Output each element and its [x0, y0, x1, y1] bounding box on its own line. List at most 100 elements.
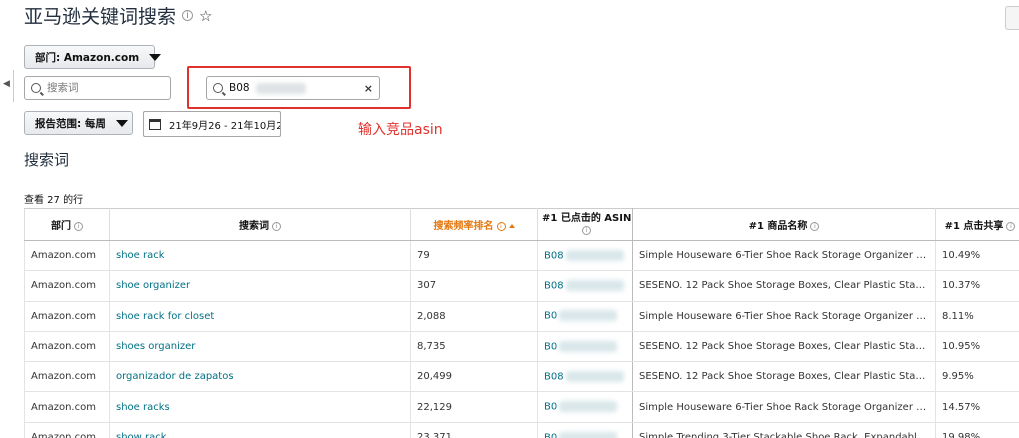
info-circle-icon[interactable]: i	[272, 221, 281, 231]
column-header-clicked-asin[interactable]: #1 已点击的 ASIN i	[537, 208, 633, 241]
cell-product-title: SESENO. 12 Pack Shoe Storage Boxes, Clea…	[632, 330, 936, 363]
search-icon	[31, 83, 41, 93]
table-row: Amazon.com shoe rack 79 B08 Simple Houseware…	[24, 239, 1019, 272]
cell-search-term-link[interactable]: organizador de zapatos	[109, 361, 411, 393]
cell-search-rank: 8,735	[410, 330, 538, 363]
cell-asin-link[interactable]: B0	[537, 391, 633, 423]
report-range-dropdown[interactable]: 报告范围: 每周	[24, 111, 133, 135]
asin-prefix[interactable]: B08	[544, 250, 564, 261]
column-header-search-term[interactable]: 搜索词 i	[109, 208, 411, 241]
date-range-value: 21年9月26 - 21年10月2	[169, 120, 281, 132]
cell-product-title: Simple Houseware 6-Tier Shoe Rack Storag…	[632, 391, 936, 423]
cell-search-term-link[interactable]: shoe organizer	[109, 270, 411, 302]
department-dropdown-label: 部门: Amazon.com	[35, 51, 140, 64]
info-circle-icon[interactable]: i	[582, 226, 591, 235]
cell-product-title: Simple Houseware 6-Tier Shoe Rack Storag…	[632, 300, 936, 332]
search-term-box[interactable]	[24, 76, 171, 100]
cell-department: Amazon.com	[24, 391, 110, 423]
table-row: Amazon.com shoe rack for closet 2,088 B0 Sim…	[24, 300, 1019, 332]
cell-asin-link[interactable]: B0	[537, 300, 633, 332]
sidebar-collapse-toggle[interactable]: ◀	[0, 70, 14, 102]
asin-redacted-blur	[565, 280, 624, 292]
info-circle-icon[interactable]: i	[1006, 221, 1016, 231]
department-dropdown[interactable]: 部门: Amazon.com	[24, 45, 162, 69]
section-title: 搜索词	[24, 151, 70, 169]
cell-asin-link[interactable]: B0	[537, 421, 633, 438]
cell-search-term-link[interactable]: shoes organizer	[109, 330, 411, 363]
cell-click-share: 10.95%	[935, 330, 1019, 363]
cell-product-title: SESENO. 12 Pack Shoe Storage Boxes, Clea…	[632, 270, 936, 302]
page-title: 亚马逊关键词搜索 i ☆	[24, 2, 212, 29]
cell-search-rank: 22,129	[410, 391, 538, 423]
cell-search-rank: 23,371	[410, 421, 538, 438]
cell-click-share: 19.98%	[935, 421, 1019, 438]
asin-redacted-blur	[559, 340, 618, 352]
table-row: Amazon.com shoe organizer 307 B08 SESENO. 12…	[24, 270, 1019, 302]
info-circle-icon[interactable]: i	[74, 221, 83, 231]
highlight-frame	[187, 66, 411, 109]
page-title-text: 亚马逊关键词搜索	[24, 6, 177, 28]
asin-prefix[interactable]: B0	[544, 311, 557, 322]
asin-redacted-blur	[565, 249, 624, 261]
info-circle-icon[interactable]: i	[496, 221, 506, 231]
caret-down-icon	[149, 53, 162, 61]
report-range-label: 报告范围: 每周	[35, 117, 106, 130]
corner-scroll-handle[interactable]	[1005, 6, 1019, 30]
cell-asin-link[interactable]: B08	[537, 239, 633, 272]
cell-product-title: Simple Houseware 6-Tier Shoe Rack Storag…	[632, 239, 936, 272]
asin-prefix[interactable]: B0	[544, 402, 557, 413]
asin-redacted-blur	[559, 310, 618, 322]
cell-click-share: 10.37%	[935, 270, 1019, 302]
table-row: Amazon.com shoes organizer 8,735 B0 SESENO. …	[24, 330, 1019, 363]
calendar-icon	[149, 118, 161, 130]
cell-click-share: 10.49%	[935, 239, 1019, 272]
date-range-picker[interactable]: 21年9月26 - 21年10月2	[143, 111, 281, 137]
star-outline-icon[interactable]: ☆	[199, 7, 212, 25]
cell-department: Amazon.com	[24, 270, 110, 302]
asin-prefix[interactable]: B08	[544, 372, 564, 383]
cell-product-title: SESENO. 12 Pack Shoe Storage Boxes, Clea…	[632, 361, 936, 393]
asin-prefix[interactable]: B08	[544, 281, 564, 292]
asin-redacted-blur	[559, 431, 618, 438]
cell-product-title: Simple Trending 3-Tier Stackable Shoe Ra…	[632, 421, 936, 438]
cell-search-term-link[interactable]: shoe racks	[109, 391, 411, 423]
cell-click-share: 9.95%	[935, 361, 1019, 393]
cell-asin-link[interactable]: B0	[537, 330, 633, 363]
cell-click-share: 14.57%	[935, 391, 1019, 423]
column-header-product-title[interactable]: #1 商品名称 i	[632, 208, 936, 241]
asin-redacted-blur	[565, 371, 624, 383]
cell-search-term-link[interactable]: shoe rack	[109, 239, 411, 272]
caret-down-icon	[115, 119, 128, 127]
cell-department: Amazon.com	[24, 361, 110, 393]
cell-department: Amazon.com	[24, 421, 110, 438]
cell-click-share: 8.11%	[935, 300, 1019, 332]
table-row: Amazon.com shoe racks 22,129 B0 Simple House…	[24, 391, 1019, 423]
annotation-note: 输入竞品asin	[358, 122, 443, 138]
search-term-input[interactable]	[47, 82, 164, 94]
cell-department: Amazon.com	[24, 300, 110, 332]
table-header-row: 部门 i 搜索词 i 搜索频率排名 i #1 已点击的 ASIN i #1 商品名称 i …	[24, 208, 1019, 241]
cell-search-term-link[interactable]: shoe rack for closet	[109, 300, 411, 332]
column-header-search-rank[interactable]: 搜索频率排名 i	[410, 208, 538, 241]
column-header-department[interactable]: 部门 i	[24, 208, 110, 241]
cell-search-term-link[interactable]: show rack	[109, 421, 411, 438]
sort-ascending-icon	[508, 224, 515, 228]
info-circle-icon[interactable]: i	[182, 10, 194, 21]
search-terms-table: 部门 i 搜索词 i 搜索频率排名 i #1 已点击的 ASIN i #1 商品名称 i …	[24, 208, 1019, 438]
cell-search-rank: 307	[410, 270, 538, 302]
asin-prefix[interactable]: B0	[544, 432, 557, 438]
table-row: Amazon.com show rack 23,371 B0 Simple Trendi…	[24, 421, 1019, 438]
chevron-left-icon: ◀	[3, 79, 10, 89]
cell-search-rank: 79	[410, 239, 538, 272]
cell-department: Amazon.com	[24, 330, 110, 363]
info-circle-icon[interactable]: i	[810, 221, 820, 231]
asin-redacted-blur	[559, 401, 618, 413]
asin-prefix[interactable]: B0	[544, 341, 557, 352]
table-row: Amazon.com organizador de zapatos 20,499 B0…	[24, 361, 1019, 393]
column-header-click-share[interactable]: #1 点击共享 i	[935, 208, 1019, 241]
cell-asin-link[interactable]: B08	[537, 270, 633, 302]
cell-asin-link[interactable]: B08	[537, 361, 633, 393]
cell-search-rank: 2,088	[410, 300, 538, 332]
cell-department: Amazon.com	[24, 239, 110, 272]
cell-search-rank: 20,499	[410, 361, 538, 393]
